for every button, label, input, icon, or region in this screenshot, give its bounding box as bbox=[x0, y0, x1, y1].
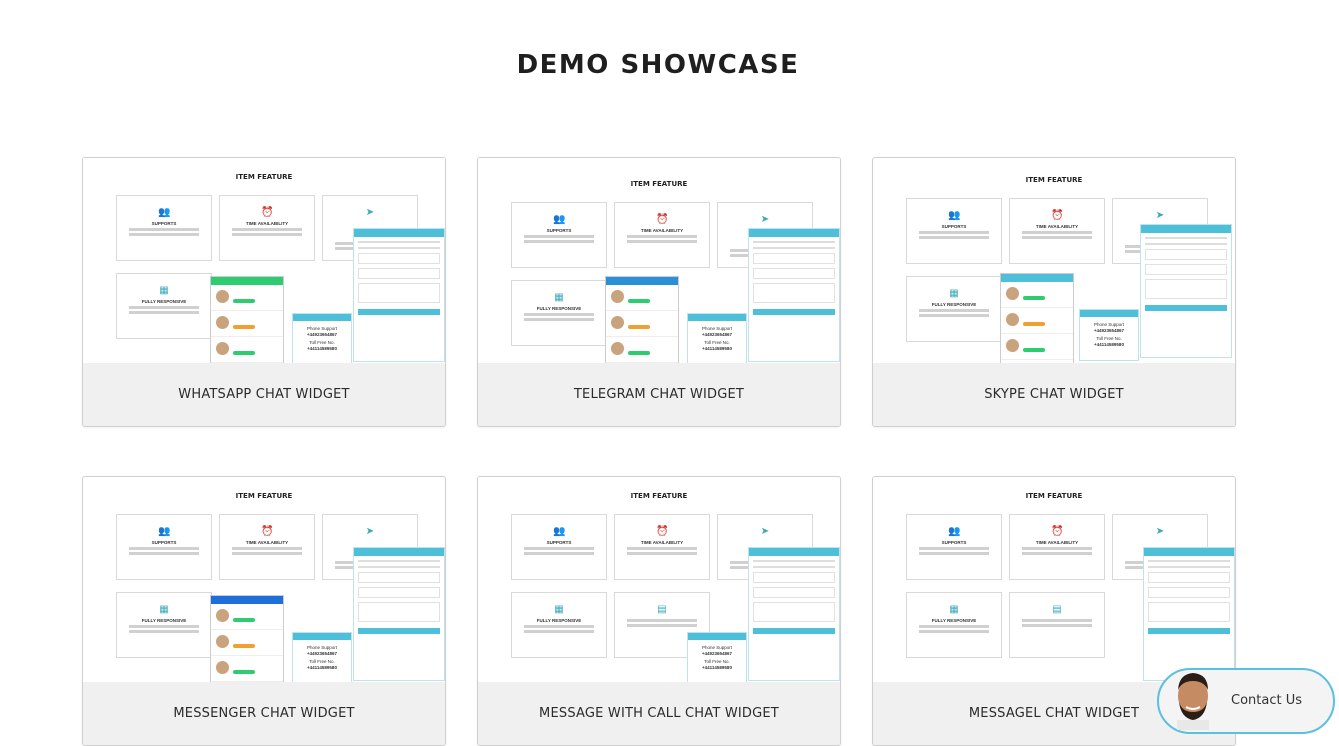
card-preview-image: ITEM FEATURE 👥 SUPPORTS ⏰ TIME AVAILABILIT… bbox=[478, 158, 840, 363]
contact-us-button[interactable]: Contact Us bbox=[1157, 668, 1335, 734]
send-icon: ➤ bbox=[365, 526, 375, 537]
users-icon: 👥 bbox=[553, 214, 566, 225]
card-caption[interactable]: WHATSAPP CHAT WIDGET bbox=[83, 363, 445, 426]
image-icon: ▦ bbox=[159, 604, 169, 615]
users-icon: 👥 bbox=[553, 526, 566, 537]
send-icon: ➤ bbox=[1155, 210, 1165, 221]
clock-icon: ⏰ bbox=[656, 526, 669, 537]
browser-icon: ▤ bbox=[657, 604, 667, 615]
showcase-card-message-with-call[interactable]: ITEM FEATURE 👥 SUPPORTS ⏰ TIME AVAILABILIT… bbox=[477, 476, 841, 746]
clock-icon: ⏰ bbox=[1051, 526, 1064, 537]
showcase-card-skype[interactable]: ITEM FEATURE 👥 SUPPORTS ⏰ TIME AVAILABILIT… bbox=[872, 157, 1236, 427]
send-icon: ➤ bbox=[760, 526, 770, 537]
clock-icon: ⏰ bbox=[261, 207, 274, 218]
agent-avatar bbox=[1177, 673, 1209, 730]
users-icon: 👥 bbox=[158, 526, 171, 537]
users-icon: 👥 bbox=[948, 526, 961, 537]
image-icon: ▦ bbox=[554, 292, 564, 303]
image-icon: ▦ bbox=[949, 288, 959, 299]
card-caption[interactable]: MESSAGE WITH CALL CHAT WIDGET bbox=[478, 682, 840, 745]
clock-icon: ⏰ bbox=[261, 526, 274, 537]
clock-icon: ⏰ bbox=[1051, 210, 1064, 221]
card-caption[interactable]: TELEGRAM CHAT WIDGET bbox=[478, 363, 840, 426]
users-icon: 👥 bbox=[158, 207, 171, 218]
image-icon: ▦ bbox=[554, 604, 564, 615]
contact-us-label: Contact Us bbox=[1231, 693, 1302, 708]
send-icon: ➤ bbox=[365, 207, 375, 218]
clock-icon: ⏰ bbox=[656, 214, 669, 225]
page-title: DEMO SHOWCASE bbox=[516, 50, 800, 80]
showcase-card-whatsapp[interactable]: ITEM FEATURE 👥 SUPPORTS ⏰ TIME AVAILABILIT… bbox=[82, 157, 446, 427]
showcase-card-messenger[interactable]: ITEM FEATURE 👥 SUPPORTS ⏰ TIME AVAILABILIT… bbox=[82, 476, 446, 746]
image-icon: ▦ bbox=[949, 604, 959, 615]
card-caption[interactable]: MESSENGER CHAT WIDGET bbox=[83, 682, 445, 745]
showcase-card-telegram[interactable]: ITEM FEATURE 👥 SUPPORTS ⏰ TIME AVAILABILIT… bbox=[477, 157, 841, 427]
send-icon: ➤ bbox=[1155, 526, 1165, 537]
card-preview-image: ITEM FEATURE 👥 SUPPORTS ⏰ TIME AVAILABILIT… bbox=[478, 477, 840, 682]
send-icon: ➤ bbox=[760, 214, 770, 225]
card-preview-image: ITEM FEATURE 👥 SUPPORTS ⏰ TIME AVAILABILIT… bbox=[83, 158, 445, 363]
browser-icon: ▤ bbox=[1052, 604, 1062, 615]
card-preview-image: ITEM FEATURE 👥 SUPPORTS ⏰ TIME AVAILABILIT… bbox=[873, 477, 1235, 682]
card-preview-image: ITEM FEATURE 👥 SUPPORTS ⏰ TIME AVAILABILIT… bbox=[873, 158, 1235, 363]
card-caption[interactable]: SKYPE CHAT WIDGET bbox=[873, 363, 1235, 426]
users-icon: 👥 bbox=[948, 210, 961, 221]
image-icon: ▦ bbox=[159, 285, 169, 296]
card-preview-image: ITEM FEATURE 👥 SUPPORTS ⏰ TIME AVAILABILIT… bbox=[83, 477, 445, 682]
